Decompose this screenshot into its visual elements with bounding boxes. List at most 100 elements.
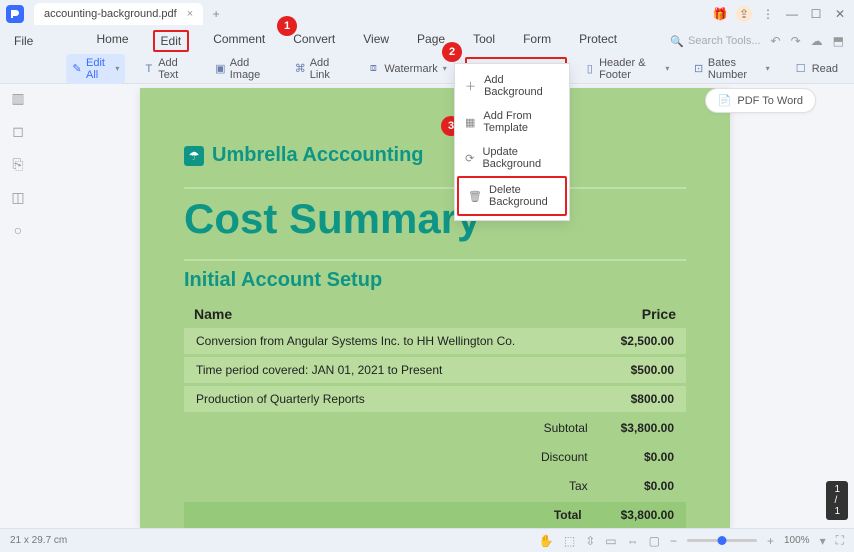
table-row: Time period covered: JAN 01, 2021 to Pre… xyxy=(184,357,686,383)
header-footer-icon: ▯ xyxy=(585,62,596,76)
chevron-down-icon: ▾ xyxy=(115,64,119,73)
view-mode-icon[interactable]: ▭ xyxy=(605,534,616,548)
table-row: Production of Quarterly Reports$800.00 xyxy=(184,386,686,412)
zoom-thumb[interactable] xyxy=(717,536,726,545)
bates-icon: ⊡ xyxy=(693,62,704,76)
menu-form[interactable]: Form xyxy=(519,30,555,52)
pdf-to-word-button[interactable]: 📄 PDF To Word xyxy=(705,88,816,113)
status-bar: 21 x 29.7 cm ✋ ⬚ ⇳ ▭ ⇔ ▢ − + 100% ▾ ⛶ xyxy=(0,528,854,552)
redo-icon[interactable]: ↷ xyxy=(791,34,801,48)
read-icon: ☐ xyxy=(794,62,808,76)
new-tab-button[interactable]: + xyxy=(207,5,225,23)
menu-tool[interactable]: Tool xyxy=(469,30,499,52)
tool-edit-all[interactable]: ✎Edit All▾ xyxy=(66,54,126,84)
table-row: Discount$0.00 xyxy=(184,444,686,470)
chevron-down-icon: ▾ xyxy=(665,64,669,73)
tool-add-image[interactable]: ▣Add Image xyxy=(209,54,277,84)
watermark-icon: ⧈ xyxy=(366,62,380,76)
edit-toolbar: ✎Edit All▾ TAdd Text ▣Add Image ⌘Add Lin… xyxy=(0,54,854,84)
tab-title: accounting-background.pdf xyxy=(44,8,177,20)
search-tools[interactable]: 🔍Search Tools... xyxy=(670,35,760,48)
step-badge-1: 1 xyxy=(277,16,297,36)
tool-read[interactable]: ☐Read xyxy=(788,59,844,79)
dropdown-add-background[interactable]: ＋Add Background xyxy=(455,68,569,104)
step-badge-2: 2 xyxy=(442,42,462,62)
tool-watermark[interactable]: ⧈Watermark▾ xyxy=(360,59,452,79)
zoom-slider[interactable] xyxy=(687,539,757,542)
thumbnails-icon[interactable]: ▥ xyxy=(11,90,24,107)
word-icon: 📄 xyxy=(718,94,732,107)
canvas: 📄 PDF To Word ☂ Umbrella Acccounting Cos… xyxy=(36,84,834,528)
menu-edit[interactable]: Edit xyxy=(153,30,190,52)
brand: ☂ Umbrella Acccounting xyxy=(184,144,686,167)
zoom-out-icon[interactable]: − xyxy=(670,534,677,548)
tool-header-footer[interactable]: ▯Header & Footer▾ xyxy=(579,54,676,84)
col-name: Name xyxy=(184,300,594,328)
cloud-icon[interactable]: ☁ xyxy=(811,34,823,48)
share-icon[interactable]: ⇪ xyxy=(736,6,752,22)
title-bar: accounting-background.pdf × + 🎁 ⇪ ⋮ — ☐ … xyxy=(0,0,854,28)
section-initial: Initial Account Setup xyxy=(184,269,686,292)
left-rail: ▥ ◻ ⎘ ◫ ○ xyxy=(0,84,36,528)
tool-add-link[interactable]: ⌘Add Link xyxy=(289,54,349,84)
document-tab[interactable]: accounting-background.pdf × xyxy=(34,3,203,25)
search-panel-icon[interactable]: ○ xyxy=(14,222,22,238)
link-icon: ⌘ xyxy=(295,62,306,76)
plus-icon: ＋ xyxy=(465,80,476,92)
minimize-icon[interactable]: — xyxy=(784,6,800,22)
chevron-down-icon[interactable]: ▾ xyxy=(820,534,826,548)
dropdown-update-background[interactable]: ⟳Update Background xyxy=(455,140,569,176)
text-icon: T xyxy=(143,62,154,76)
refresh-icon: ⟳ xyxy=(465,152,474,164)
app-icon xyxy=(6,5,24,23)
background-dropdown: ＋Add Background ▦Add From Template ⟳Upda… xyxy=(454,63,570,221)
page-dimensions: 21 x 29.7 cm xyxy=(10,535,67,546)
workspace: ▥ ◻ ⎘ ◫ ○ 📄 PDF To Word ☂ Umbrella Accco… xyxy=(0,84,854,528)
doc-title: Cost Summary xyxy=(184,195,686,243)
tool-add-text[interactable]: TAdd Text xyxy=(137,54,197,84)
zoom-in-icon[interactable]: + xyxy=(767,534,774,548)
fit-width-icon[interactable]: ⇔ xyxy=(627,534,639,548)
menu-file[interactable]: File xyxy=(10,32,43,50)
gift-icon[interactable]: 🎁 xyxy=(712,6,728,22)
dropdown-add-from-template[interactable]: ▦Add From Template xyxy=(455,104,569,140)
menu-view[interactable]: View xyxy=(359,30,393,52)
fullscreen-icon[interactable]: ⛶ xyxy=(836,533,844,548)
menu-bar: File Home Edit Comment Convert View Page… xyxy=(0,28,854,54)
pencil-icon: ✎ xyxy=(72,62,82,76)
maximize-icon[interactable]: ☐ xyxy=(808,6,824,22)
bookmark-icon[interactable]: ◻ xyxy=(12,123,24,140)
close-tab-icon[interactable]: × xyxy=(187,8,193,20)
dropdown-delete-background[interactable]: 🗑Delete Background xyxy=(457,176,567,216)
brand-text: Umbrella Acccounting xyxy=(212,144,424,167)
document-page: ☂ Umbrella Acccounting Cost Summary Init… xyxy=(140,88,730,528)
table-row: Tax$0.00 xyxy=(184,473,686,499)
zoom-level: 100% xyxy=(784,535,810,546)
close-window-icon[interactable]: ✕ xyxy=(832,6,848,22)
layers-icon[interactable]: ◫ xyxy=(11,189,24,206)
table-row: Conversion from Angular Systems Inc. to … xyxy=(184,328,686,354)
page-indicator: 1 / 1 xyxy=(826,481,848,520)
chevron-down-icon: ▾ xyxy=(443,64,447,73)
fit-page-icon[interactable]: ▢ xyxy=(649,534,660,548)
table-row: Subtotal$3,800.00 xyxy=(184,415,686,441)
undo-icon[interactable]: ↶ xyxy=(771,34,781,48)
menu-protect[interactable]: Protect xyxy=(575,30,621,52)
save-icon[interactable]: ⬒ xyxy=(833,34,844,48)
search-icon: 🔍 xyxy=(670,35,684,48)
menu-home[interactable]: Home xyxy=(93,30,133,52)
scroll-tool-icon[interactable]: ⇳ xyxy=(585,534,595,548)
menu-comment[interactable]: Comment xyxy=(209,30,269,52)
attachments-icon[interactable]: ⎘ xyxy=(12,156,23,173)
image-icon: ▣ xyxy=(215,62,226,76)
menu-convert[interactable]: Convert xyxy=(289,30,339,52)
brand-logo-icon: ☂ xyxy=(184,146,204,166)
kebab-icon[interactable]: ⋮ xyxy=(760,6,776,22)
select-tool-icon[interactable]: ⬚ xyxy=(564,534,575,548)
col-price: Price xyxy=(594,300,686,328)
template-icon: ▦ xyxy=(465,116,475,128)
chevron-down-icon: ▾ xyxy=(766,64,770,73)
tool-bates-number[interactable]: ⊡Bates Number▾ xyxy=(687,54,775,84)
hand-tool-icon[interactable]: ✋ xyxy=(539,534,554,548)
table-row-total: Total$3,800.00 xyxy=(184,502,686,528)
